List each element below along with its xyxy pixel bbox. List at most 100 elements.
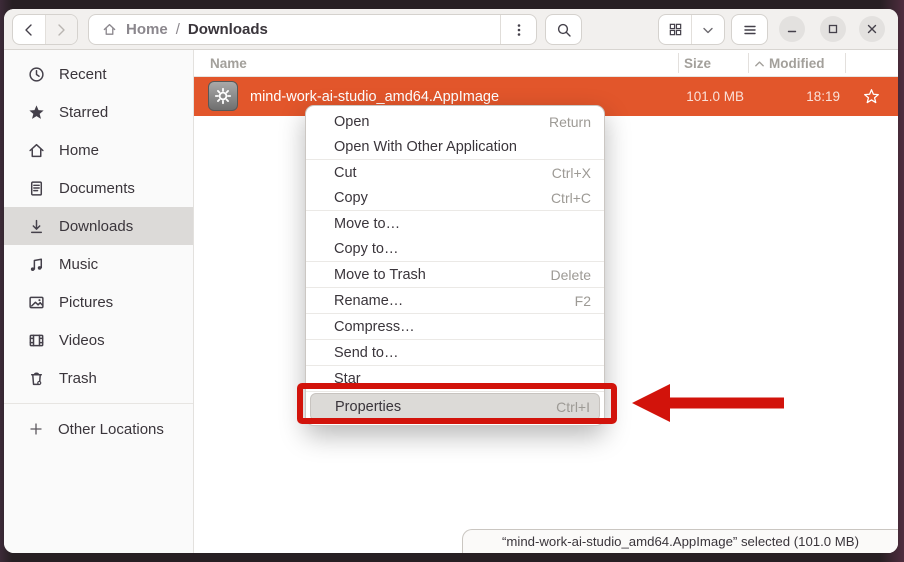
menu-item-label: Move to… [334,216,400,232]
sidebar-item[interactable]: Trash [4,359,193,397]
sidebar-item[interactable]: Music [4,245,193,283]
breadcrumb-separator: / [176,21,180,38]
sidebar-item-label: Recent [59,66,107,83]
sidebar-item-label: Videos [59,332,105,349]
menu-item-label: Compress… [334,319,415,335]
film-icon [28,332,45,349]
view-toggle-group [658,14,725,45]
breadcrumb-current[interactable]: Downloads [188,21,268,38]
appimage-file-icon [208,81,238,111]
context-menu-item[interactable]: Copy Ctrl+C [306,185,604,210]
screenshot-root: { "colors": { "selection_orange": "#e256… [0,0,904,562]
status-bar: “mind-work-ai-studio_amd64.AppImage” sel… [462,529,898,553]
context-menu-item[interactable]: Properties Ctrl+I [310,393,600,421]
sidebar: Recent Starred Home Documents Downloads [4,50,194,553]
sidebar-item-label: Home [59,142,99,159]
star-icon [28,104,45,121]
file-modified-time: 18:19 [748,77,840,116]
context-menu-item[interactable]: Move to Trash Delete [306,262,604,287]
breadcrumb: Home / Downloads [88,14,537,45]
home-icon [102,22,117,37]
search-button[interactable] [545,14,582,45]
path-menu-button[interactable] [501,15,536,44]
column-header-modified[interactable]: Modified [754,50,825,77]
navigation-buttons [12,14,78,45]
home-icon [28,142,45,159]
music-icon [28,256,45,273]
plus-icon [28,421,44,437]
menu-item-label: Copy [334,190,368,206]
sidebar-item[interactable]: Documents [4,169,193,207]
context-menu-item[interactable]: Send to… [306,340,604,365]
minimize-button[interactable] [779,16,805,42]
sidebar-item[interactable]: Downloads [4,207,193,245]
file-manager-window: Home / Downloads Recent Starred [4,9,898,553]
menu-item-shortcut: Delete [551,267,591,283]
sidebar-item[interactable]: Recent [4,55,193,93]
separator [4,403,193,404]
context-menu-item[interactable]: Star [306,366,604,391]
file-star-button[interactable] [845,77,898,116]
sidebar-item-label: Documents [59,180,135,197]
context-menu-item[interactable]: Compress… [306,314,604,339]
document-icon [28,180,45,197]
close-button[interactable] [859,16,885,42]
menu-item-label: Send to… [334,345,399,361]
menu-item-label: Rename… [334,293,403,309]
context-menu-item[interactable]: Move to… [306,211,604,236]
menu-item-label: Properties [335,399,401,415]
column-header-size[interactable]: Size [684,50,711,77]
sidebar-item-label: Downloads [59,218,133,235]
context-menu-item[interactable]: Open Return [306,109,604,134]
maximize-button[interactable] [820,16,846,42]
sidebar-item[interactable]: Pictures [4,283,193,321]
column-divider [845,53,846,73]
gear-icon [214,87,232,105]
sidebar-item[interactable]: Home [4,131,193,169]
menu-item-shortcut: Ctrl+X [552,165,591,181]
sidebar-item[interactable]: Starred [4,93,193,131]
separator [306,391,604,392]
close-icon [866,23,878,35]
picture-icon [28,294,45,311]
sidebar-item[interactable]: Videos [4,321,193,359]
context-menu-item[interactable]: Rename… F2 [306,288,604,313]
menu-item-label: Copy to… [334,241,398,257]
selection-status-text: “mind-work-ai-studio_amd64.AppImage” sel… [502,534,859,549]
hamburger-icon [742,23,758,37]
view-options-dropdown[interactable] [691,15,724,44]
menu-item-label: Open With Other Application [334,139,517,155]
grid-icon [668,22,683,37]
sidebar-item-label: Starred [59,104,108,121]
context-menu-item[interactable]: Open With Other Application [306,134,604,159]
file-size: 101.0 MB [678,77,744,116]
sidebar-item-label: Music [59,256,98,273]
context-menu-item[interactable]: Copy to… [306,236,604,261]
breadcrumb-home[interactable]: Home [126,21,168,38]
app-menu-button[interactable] [731,14,768,45]
menu-item-shortcut: Ctrl+C [551,190,591,206]
column-header-name[interactable]: Name [210,50,247,77]
forward-button[interactable] [45,15,78,44]
menu-item-label: Move to Trash [334,267,426,283]
menu-item-shortcut: Return [549,114,591,130]
context-menu: Open Return Open With Other Application … [305,105,605,426]
chevron-left-icon [22,23,36,37]
dots-vertical-icon [512,22,526,38]
column-divider [678,53,679,73]
chevron-right-icon [54,23,68,37]
menu-item-shortcut: F2 [575,293,591,309]
menu-item-label: Star [334,371,361,387]
grid-view-button[interactable] [659,15,691,44]
menu-item-label: Open [334,114,369,130]
sidebar-item[interactable]: Other Locations [4,410,193,448]
search-icon [556,22,572,38]
header-bar: Home / Downloads [4,9,898,50]
maximize-icon [827,23,839,35]
menu-item-label: Cut [334,165,357,181]
sort-ascending-icon [754,59,765,68]
column-divider [748,53,749,73]
back-button[interactable] [13,15,45,44]
context-menu-item[interactable]: Cut Ctrl+X [306,160,604,185]
minimize-icon [786,23,798,35]
